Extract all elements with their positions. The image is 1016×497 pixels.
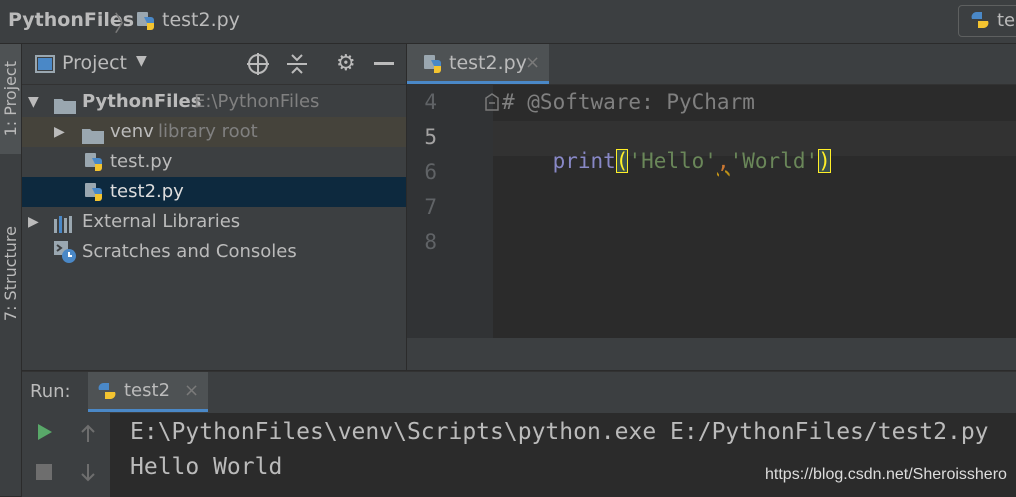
tree-item-label: test.py — [110, 151, 173, 172]
run-panel-header: Run: test2 × — [22, 372, 1016, 412]
console-output[interactable]: E:\PythonFiles\venv\Scripts\python.exe E… — [110, 413, 1016, 497]
tree-item-label: Scratches and Consoles — [82, 241, 297, 262]
line-number-gutter: 4 5 6 7 8 — [407, 85, 499, 338]
fold-icon[interactable] — [485, 93, 499, 115]
code-function: print — [552, 149, 616, 173]
chevron-down-icon[interactable]: ▼ — [136, 53, 147, 69]
tree-item-external-libraries[interactable]: ▶ External Libraries — [22, 207, 406, 237]
tool-window-tab-structure-label: 7: Structure — [1, 226, 20, 322]
run-configuration-selector[interactable]: te — [958, 5, 1016, 37]
project-view-selector[interactable]: Project — [62, 52, 127, 74]
line-number: 8 — [424, 230, 437, 254]
locate-icon[interactable] — [246, 52, 270, 80]
navigation-bar: PythonFiles 〉 test2.py te — [0, 0, 1016, 44]
tree-item-label: External Libraries — [82, 211, 241, 232]
project-panel: Project ▼ ⚙ ▼ PythonFiles E:\PythonFiles… — [22, 44, 406, 370]
tree-item-label: PythonFiles — [82, 91, 202, 112]
editor-footer-area — [407, 338, 1016, 370]
line-number: 5 — [424, 125, 437, 149]
console-line: E:\PythonFiles\venv\Scripts\python.exe E… — [130, 419, 989, 445]
tree-item-hint: library root — [158, 121, 258, 142]
code-comma: , — [716, 149, 730, 173]
run-tab-test2[interactable]: test2 × — [88, 372, 208, 412]
arrow-down-icon[interactable] — [80, 462, 96, 486]
close-icon[interactable]: × — [525, 52, 540, 73]
tree-item-test-py[interactable]: test.py — [22, 147, 406, 177]
editor-tab-bar: test2.py × — [407, 44, 1016, 85]
python-icon — [96, 380, 118, 406]
minimize-icon[interactable] — [374, 62, 394, 65]
run-configuration-label: te — [997, 10, 1016, 31]
code-paren-open: ( — [615, 149, 629, 173]
code-line-5: print('Hello','World') — [502, 125, 831, 197]
tree-item-label: test2.py — [110, 181, 184, 202]
expanded-arrow-icon[interactable]: ▼ — [28, 87, 39, 117]
code-comment: # @Software: PyCharm — [502, 90, 755, 114]
rerun-icon[interactable] — [36, 422, 54, 446]
close-icon[interactable]: × — [184, 380, 199, 401]
console-line: Hello World — [130, 454, 283, 480]
collapse-all-icon[interactable] — [286, 52, 308, 80]
tree-item-label: venv — [110, 121, 154, 142]
python-icon — [969, 9, 991, 35]
line-number: 4 — [424, 90, 437, 114]
tool-window-tab-project-label: 1: Project — [1, 61, 20, 137]
arrow-up-icon[interactable] — [80, 424, 96, 448]
editor-tab-test2[interactable]: test2.py × — [407, 44, 549, 84]
code-string-hello: 'Hello' — [628, 149, 717, 173]
breadcrumb-separator-icon: 〉 — [114, 12, 137, 37]
python-file-icon — [423, 52, 445, 80]
line-number: 6 — [424, 160, 437, 184]
collapsed-arrow-icon[interactable]: ▶ — [28, 207, 39, 237]
code-paren-close: ) — [818, 149, 831, 173]
tree-item-venv[interactable]: ▶ venv library root — [22, 117, 406, 147]
scratches-icon — [54, 240, 78, 276]
run-panel-title: Run: — [30, 381, 71, 402]
tool-window-tab-project[interactable]: 1: Project — [0, 44, 21, 154]
tree-item-test2-py[interactable]: test2.py — [22, 177, 406, 207]
tree-item-pythonfiles[interactable]: ▼ PythonFiles E:\PythonFiles — [22, 87, 406, 117]
code-string-world: 'World' — [729, 149, 819, 173]
left-tool-strip: 1: Project 7: Structure — [0, 44, 22, 496]
project-panel-header: Project ▼ ⚙ — [22, 44, 406, 85]
tool-window-tab-structure[interactable]: 7: Structure — [0, 219, 21, 329]
watermark: https://blog.csdn.net/Sheroisshero — [765, 466, 1007, 483]
tree-item-scratches[interactable]: Scratches and Consoles — [22, 237, 406, 267]
collapsed-arrow-icon[interactable]: ▶ — [54, 117, 65, 147]
editor-tab-label: test2.py — [449, 52, 527, 74]
stop-icon[interactable] — [36, 464, 52, 480]
code-editor[interactable]: 4 5 6 7 8 # @Software: PyCharm print('He… — [407, 85, 1016, 338]
python-file-icon — [136, 9, 158, 37]
run-tab-label: test2 — [124, 380, 171, 401]
line-number: 7 — [424, 195, 437, 219]
tree-item-hint: E:\PythonFiles — [194, 91, 320, 112]
gear-icon[interactable]: ⚙ — [336, 51, 356, 76]
breadcrumb-file[interactable]: test2.py — [162, 9, 240, 31]
project-view-icon — [35, 55, 55, 77]
